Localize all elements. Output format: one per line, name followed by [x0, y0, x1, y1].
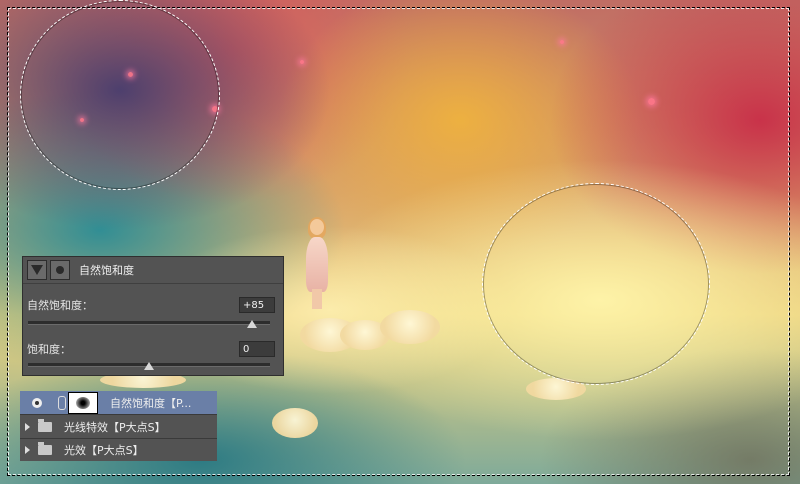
expand-arrow-icon[interactable] [25, 446, 30, 454]
panel-title: 自然饱和度 [79, 264, 134, 277]
vibrance-label: 自然饱和度： [27, 299, 93, 312]
layer-mask-icon[interactable] [50, 260, 70, 280]
saturation-slider-thumb[interactable] [144, 362, 154, 370]
saturation-label: 饱和度： [27, 343, 71, 356]
layer-group-row[interactable]: 光线特效【P大点S】 [20, 415, 217, 438]
expand-arrow-icon[interactable] [25, 422, 30, 431]
folder-icon [38, 418, 52, 432]
visibility-eye-icon[interactable] [30, 396, 44, 410]
vibrance-slider-thumb[interactable] [246, 320, 257, 328]
layer-name: 光效【P大点S】 [64, 444, 144, 457]
saturation-row: 饱和度： 0 [27, 341, 275, 357]
vibrance-row: 自然饱和度： +85 [27, 297, 275, 313]
adjustment-layer-icon[interactable] [27, 260, 47, 280]
saturation-input[interactable]: 0 [239, 341, 275, 357]
saturation-slider[interactable] [28, 362, 270, 370]
layers-panel: 自然饱和度【P... 光线特效【P大点S】 光效【P大点S】 [20, 391, 217, 461]
vibrance-slider[interactable] [28, 320, 270, 328]
panel-header: 自然饱和度 [23, 257, 283, 284]
layer-name: 光线特效【P大点S】 [64, 420, 166, 434]
vibrance-input[interactable]: +85 [239, 297, 275, 313]
layer-mask-thumbnail[interactable] [68, 391, 98, 414]
chain-link-icon [58, 395, 66, 410]
layer-group-row[interactable]: 光效【P大点S】 [20, 439, 217, 461]
folder-icon [38, 442, 52, 455]
layer-row[interactable]: 自然饱和度【P... [20, 391, 217, 414]
layer-name: 自然饱和度【P... [110, 396, 192, 410]
properties-panel: 自然饱和度 自然饱和度： +85 饱和度： 0 [22, 256, 284, 376]
